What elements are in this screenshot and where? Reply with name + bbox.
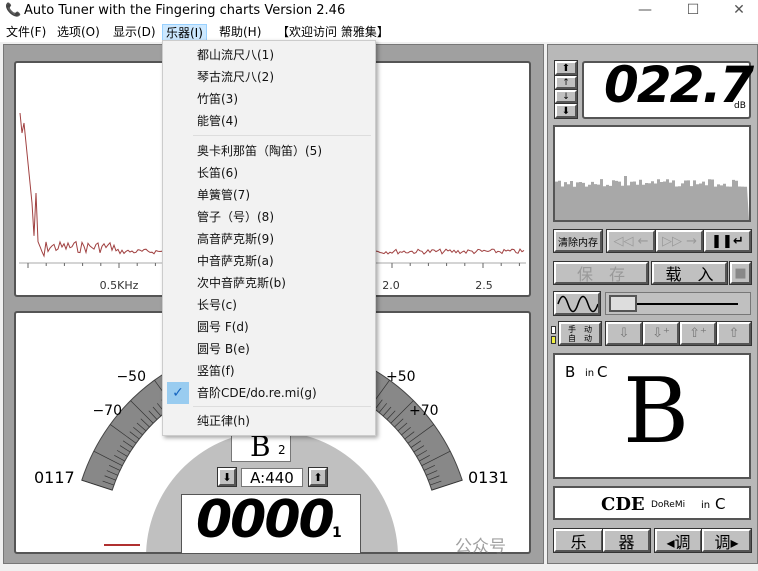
level-up-fast-button[interactable]: ⬆ <box>554 60 578 76</box>
note-name: B <box>565 363 576 381</box>
octave-down-button[interactable]: ⇩ <box>605 321 643 346</box>
checkmark-icon: ✓ <box>167 382 189 404</box>
menu-help[interactable]: 帮助(H) <box>216 24 264 41</box>
level-value: 022.7 <box>604 56 754 114</box>
semitone-up-button[interactable]: ⇧⁺ <box>679 321 717 346</box>
label-plus-70: +70 <box>409 403 439 419</box>
octave-up-button[interactable]: ⇧ <box>716 321 752 346</box>
a-ref-down-button[interactable]: ⬇ <box>217 467 237 487</box>
menu-separator <box>193 406 371 407</box>
semitone-down-button[interactable]: ⇩⁺ <box>642 321 680 346</box>
sine-wave-icon <box>557 295 598 312</box>
menu-item[interactable]: 中音萨克斯(a) <box>197 251 274 271</box>
menu-item[interactable]: 纯正律(h) <box>197 411 250 431</box>
minimize-button[interactable]: — <box>630 2 660 20</box>
menu-item[interactable]: 竖笛(f) <box>197 361 235 381</box>
menu-item[interactable]: 圆号 F(d) <box>197 317 249 337</box>
waveform-display <box>553 125 751 222</box>
key-name: C <box>597 363 608 381</box>
slider-track <box>626 303 738 305</box>
auto-label: 自 动 <box>568 333 592 343</box>
menu-item[interactable]: 奥卡利那笛（陶笛）(5) <box>197 141 322 161</box>
note-box: B 2 <box>231 430 291 463</box>
menu-item[interactable]: 长号(c) <box>197 295 237 315</box>
key-up-button[interactable]: 调▸ <box>701 528 752 553</box>
big-note-letter: B <box>623 359 690 464</box>
menu-display[interactable]: 显示(D) <box>110 24 159 41</box>
doremi-label: DoReMi <box>651 500 686 510</box>
instrument-prev-button[interactable]: 乐 <box>553 528 604 553</box>
window-title: Auto Tuner with the Fingering charts Ver… <box>24 3 346 18</box>
menu-item[interactable]: 单簧管(7) <box>197 185 250 205</box>
menu-item[interactable]: 能管(4) <box>197 111 238 131</box>
sine-wave-button[interactable] <box>553 291 601 316</box>
level-up-button[interactable]: ↑ <box>554 75 578 90</box>
menu-item[interactable]: 长笛(6) <box>197 163 238 183</box>
note-octave: 2 <box>278 443 286 457</box>
watermark: 公众号 <box>455 537 506 557</box>
menu-item[interactable]: 次中音萨克斯(b) <box>197 273 286 293</box>
menu-item[interactable]: 圆号 B(e) <box>197 339 250 359</box>
label-right-freq: 0131 <box>468 468 509 487</box>
title-bar: 📞 Auto Tuner with the Fingering charts V… <box>0 0 758 22</box>
waveform <box>555 176 749 220</box>
manual-auto-toggle[interactable]: 手 动 自 动 <box>558 321 602 346</box>
key-down-button[interactable]: ◂调 <box>654 528 703 553</box>
tick-label: 2.5 <box>475 279 493 292</box>
menu-item[interactable]: 音阶CDE/do.re.mi(g) <box>197 383 317 403</box>
manual-label: 手 动 <box>568 324 592 334</box>
a-ref-value: A:440 <box>241 468 303 487</box>
label-minus-70: −70 <box>92 403 122 419</box>
volume-slider[interactable] <box>605 292 751 315</box>
maximize-button[interactable]: ☐ <box>678 2 708 20</box>
menu-file[interactable]: 文件(F) <box>3 24 49 41</box>
clear-memory-button[interactable]: 清除内存 <box>553 229 603 253</box>
menu-item[interactable]: 管子（号）(8) <box>197 207 274 227</box>
manual-indicator <box>551 326 556 334</box>
menu-visit-link[interactable]: 【欢迎访问 箫雅集】 <box>274 24 392 41</box>
level-display: 022.7 dB <box>582 56 754 119</box>
load-button[interactable]: 载 入 <box>651 261 728 285</box>
menu-item[interactable]: 高音萨克斯(9) <box>197 229 274 249</box>
pause-button[interactable]: ❚❚↵ <box>703 229 752 253</box>
note-name-display: B in C B <box>553 353 751 479</box>
label-left-freq: 0117 <box>34 468 75 487</box>
menu-item[interactable]: 都山流尺八(1) <box>197 45 274 65</box>
level-unit: dB <box>734 101 746 111</box>
scale-display: CDE DoReMi in C <box>553 486 751 520</box>
tick-label: 0.5KHz <box>100 279 139 292</box>
menu-item[interactable]: 琴古流尺八(2) <box>197 67 274 87</box>
label-minus-50: −50 <box>116 369 146 385</box>
save-button[interactable]: 保 存 <box>553 261 649 285</box>
menu-instrument[interactable]: 乐器(I) <box>162 24 207 41</box>
tick-label: 2.0 <box>382 279 400 292</box>
close-button[interactable]: ✕ <box>724 2 754 20</box>
menu-separator <box>193 135 371 136</box>
menu-options[interactable]: 选项(O) <box>54 24 103 41</box>
instrument-menu: 都山流尺八(1) 琴古流尺八(2) 竹笛(3) 能管(4) 奥卡利那笛（陶笛）(5) 长笛… <box>162 40 376 436</box>
instrument-next-button[interactable]: 器 <box>602 528 651 553</box>
a-ref-up-button[interactable]: ⬆ <box>308 467 328 487</box>
scale-key: C <box>715 495 726 513</box>
frequency-decimal: 1 <box>332 525 342 541</box>
level-down-fast-button[interactable]: ⬇ <box>554 103 578 119</box>
slider-thumb[interactable] <box>609 295 637 312</box>
in-label: in <box>585 368 595 379</box>
in-label: in <box>701 500 711 511</box>
level-down-button[interactable]: ↓ <box>554 89 578 104</box>
label-plus-50: +50 <box>386 369 416 385</box>
stop-button[interactable]: ■ <box>729 261 752 285</box>
app-icon: 📞 <box>5 3 22 18</box>
frequency-value: 0000 <box>196 490 335 550</box>
rewind-button[interactable]: ◁◁ ← <box>606 229 656 253</box>
frequency-display: 0000 1 <box>181 490 361 554</box>
menu-item[interactable]: 竹笛(3) <box>197 89 238 109</box>
cde-label: CDE <box>601 494 645 515</box>
forward-button[interactable]: ▷▷ → <box>655 229 704 253</box>
auto-indicator <box>551 336 556 344</box>
menu-bar: 文件(F) 选项(O) 显示(D) 乐器(I) 帮助(H) 【欢迎访问 箫雅集】 <box>0 22 758 42</box>
